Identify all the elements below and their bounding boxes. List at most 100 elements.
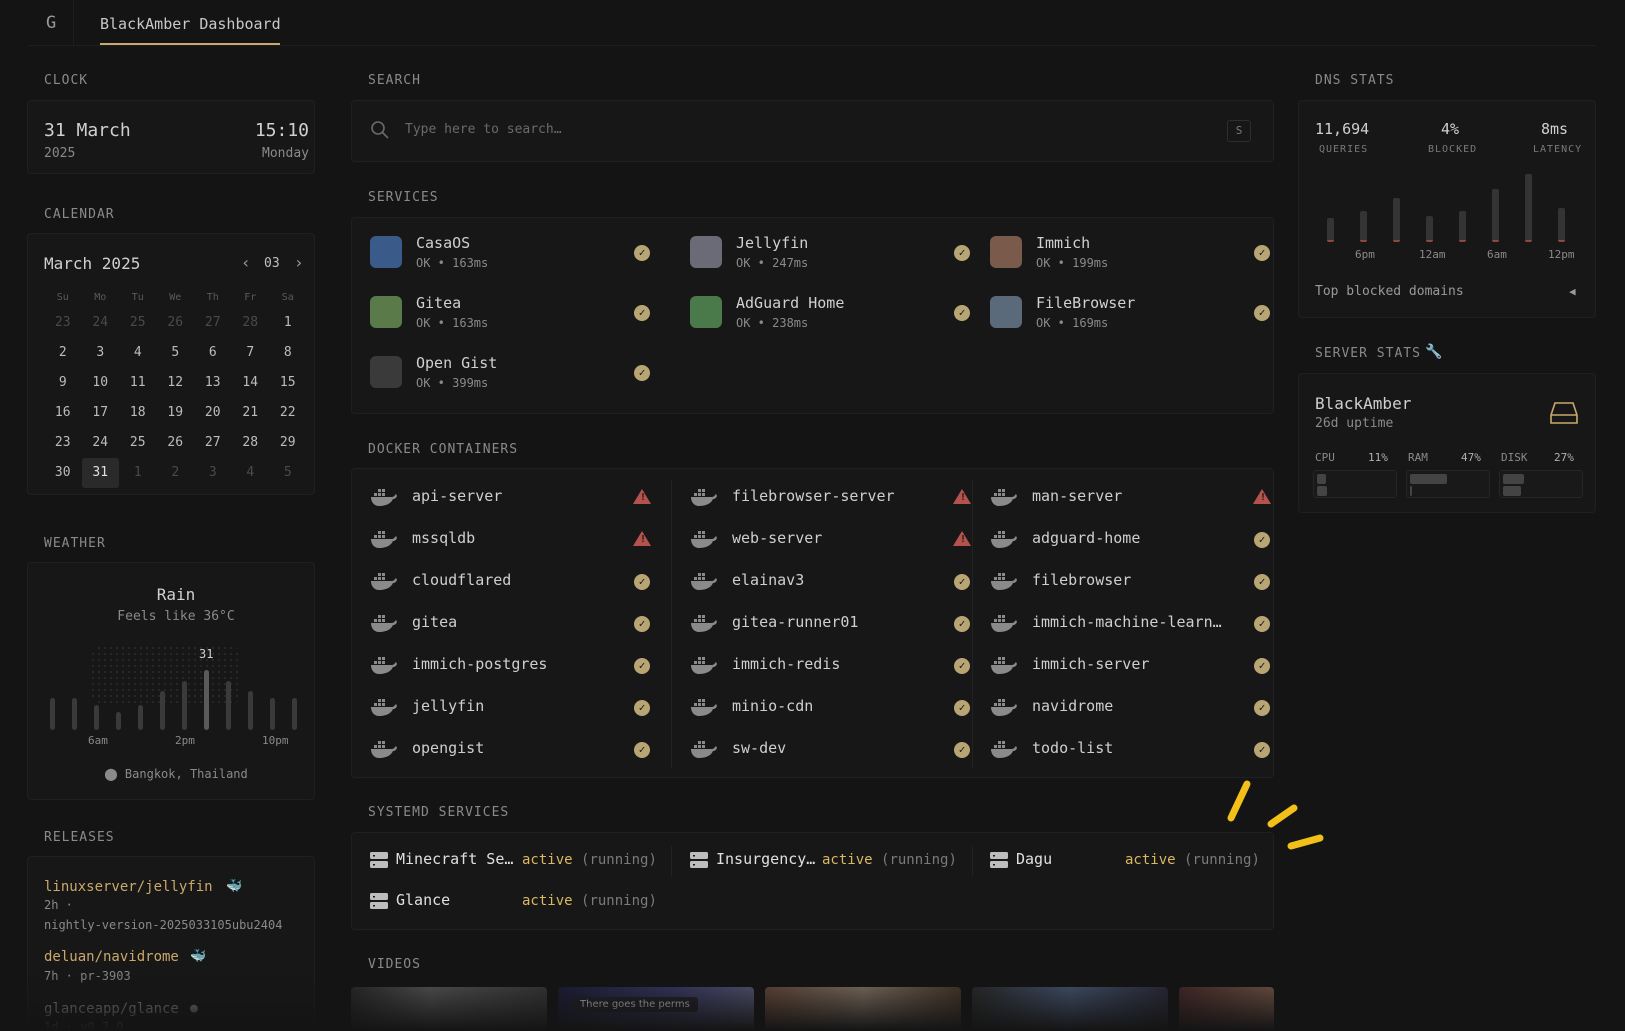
video-thumbnail[interactable] xyxy=(351,987,547,1031)
container-item[interactable]: immich-machine-learn… ✓ xyxy=(990,609,1280,639)
release-name[interactable]: glanceapp/glance xyxy=(44,1001,179,1017)
docker-icon xyxy=(691,657,717,674)
logo[interactable]: G xyxy=(46,13,56,33)
check-icon: ✓ xyxy=(1254,574,1270,590)
container-item[interactable]: immich-redis ✓ xyxy=(690,651,980,681)
service-item[interactable]: Jellyfin OK • 247ms ✓ xyxy=(690,230,980,278)
top-blocked-domains[interactable]: Top blocked domains xyxy=(1315,284,1464,299)
container-item[interactable]: navidrome ✓ xyxy=(990,693,1280,723)
docker-icon xyxy=(991,699,1017,716)
service-status: OK • 399ms xyxy=(416,376,489,390)
container-name: cloudflared xyxy=(412,571,512,589)
calendar-day: 27 xyxy=(204,435,221,450)
container-item[interactable]: immich-server ✓ xyxy=(990,651,1280,681)
service-status: OK • 163ms xyxy=(416,256,489,270)
calendar-day: 4 xyxy=(133,345,142,360)
container-item[interactable]: elainav3 ✓ xyxy=(690,567,980,597)
docker-icon xyxy=(371,615,397,632)
calendar-day: 7 xyxy=(246,345,255,360)
container-item[interactable]: filebrowser ✓ xyxy=(990,567,1280,597)
calendar-day: 3 xyxy=(208,465,217,480)
expand-toggle-icon[interactable]: ◀ xyxy=(1569,285,1576,298)
service-item[interactable]: FileBrowser OK • 169ms ✓ xyxy=(990,290,1280,338)
service-item[interactable]: AdGuard Home OK • 238ms ✓ xyxy=(690,290,980,338)
container-item[interactable]: gitea-runner01 ✓ xyxy=(690,609,980,639)
docker-icon xyxy=(691,699,717,716)
hour-label: 10pm xyxy=(262,734,289,747)
container-name: immich-redis xyxy=(732,655,841,673)
search-shortcut-key: S xyxy=(1227,120,1251,142)
calendar-day: 12 xyxy=(167,375,184,390)
container-item[interactable]: gitea ✓ xyxy=(370,609,660,639)
service-name: Jellyfin xyxy=(736,234,809,252)
docker-icon xyxy=(991,615,1017,632)
release-meta: 1d · v0.7.9 xyxy=(44,1020,124,1031)
container-item[interactable]: api-server! xyxy=(370,483,660,513)
check-icon: ✓ xyxy=(1254,742,1270,758)
search-input[interactable] xyxy=(405,122,1205,137)
chevron-left-icon[interactable]: ‹ xyxy=(241,253,251,272)
calendar-day: 10 xyxy=(92,375,109,390)
hourly-temp-bar xyxy=(204,670,209,730)
docker-icon: 🐳 xyxy=(226,879,243,894)
disk-meter xyxy=(1499,470,1583,498)
hourly-temp-bar xyxy=(72,698,77,730)
hourly-temp-bar xyxy=(94,705,99,730)
service-item[interactable]: CasaOS OK • 163ms ✓ xyxy=(370,230,660,278)
container-name: immich-postgres xyxy=(412,655,548,673)
container-item[interactable]: adguard-home ✓ xyxy=(990,525,1280,555)
calendar-day: 9 xyxy=(58,375,67,390)
container-item[interactable]: cloudflared ✓ xyxy=(370,567,660,597)
github-icon: ● xyxy=(190,1001,198,1016)
video-thumbnail[interactable] xyxy=(1179,987,1274,1031)
server-icon xyxy=(690,852,708,868)
container-item[interactable]: web-server! xyxy=(690,525,980,555)
docker-icon xyxy=(991,741,1017,758)
service-item[interactable]: Gitea OK • 163ms ✓ xyxy=(370,290,660,338)
hour-label: 6am xyxy=(88,734,108,747)
search-icon xyxy=(371,121,389,139)
service-logo-icon xyxy=(370,356,402,388)
service-logo-icon xyxy=(990,296,1022,328)
container-item[interactable]: jellyfin ✓ xyxy=(370,693,660,723)
warning-icon: ! xyxy=(953,489,971,504)
video-thumbnail[interactable]: There goes the perms xyxy=(558,987,754,1031)
container-item[interactable]: mssqldb! xyxy=(370,525,660,555)
container-item[interactable]: minio-cdn ✓ xyxy=(690,693,980,723)
cpu-label: CPU xyxy=(1315,451,1335,464)
video-thumbnail[interactable] xyxy=(765,987,961,1031)
wrench-icon[interactable]: 🔧 xyxy=(1425,344,1442,360)
calendar-day: 4 xyxy=(246,465,255,480)
check-icon: ✓ xyxy=(954,616,970,632)
container-item[interactable]: todo-list ✓ xyxy=(990,735,1280,765)
tab-dashboard[interactable]: BlackAmber Dashboard xyxy=(100,15,281,33)
hourly-temp-chart xyxy=(50,640,304,730)
dns-bar xyxy=(1525,174,1532,242)
release-name[interactable]: linuxserver/jellyfin xyxy=(44,879,213,895)
release-name[interactable]: deluan/navidrome xyxy=(44,949,179,965)
container-item[interactable]: filebrowser-server! xyxy=(690,483,980,513)
hourly-temp-bar xyxy=(50,698,55,730)
release-version: nightly-version-2025033105ubu2404 xyxy=(44,918,283,932)
calendar-title: CALENDAR xyxy=(44,207,115,222)
service-item[interactable]: Open Gist OK • 399ms ✓ xyxy=(370,350,660,398)
check-icon: ✓ xyxy=(1254,532,1270,548)
service-item[interactable]: Immich OK • 199ms ✓ xyxy=(990,230,1280,278)
warning-icon: ! xyxy=(1253,489,1271,504)
container-item[interactable]: sw-dev ✓ xyxy=(690,735,980,765)
calendar-day: 28 xyxy=(242,435,259,450)
weekday-label: Mo xyxy=(94,292,107,303)
chevron-right-icon[interactable]: › xyxy=(294,253,304,272)
container-item[interactable]: opengist ✓ xyxy=(370,735,660,765)
calendar-day: 2 xyxy=(171,465,180,480)
calendar-day: 8 xyxy=(283,345,292,360)
video-thumbnail[interactable] xyxy=(972,987,1168,1031)
service-name: Immich xyxy=(1036,234,1091,252)
docker-icon xyxy=(371,573,397,590)
container-item[interactable]: immich-postgres ✓ xyxy=(370,651,660,681)
container-item[interactable]: man-server! xyxy=(990,483,1280,513)
calendar-day: 1 xyxy=(283,315,292,330)
dns-bar xyxy=(1327,218,1334,242)
search-title: SEARCH xyxy=(368,73,421,88)
calendar-day: 6 xyxy=(208,345,217,360)
